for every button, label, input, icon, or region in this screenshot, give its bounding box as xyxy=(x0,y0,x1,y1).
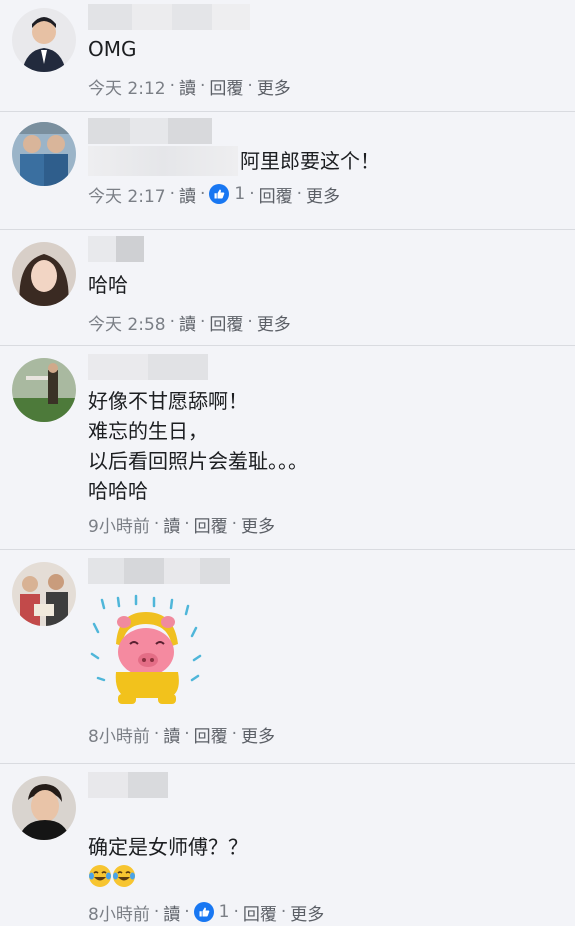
timestamp: 今天 2:12 xyxy=(88,78,166,99)
read-link[interactable]: 讀 xyxy=(163,722,180,747)
reply-link[interactable]: 回覆 xyxy=(194,512,228,537)
like-reaction-icon[interactable] xyxy=(209,184,230,204)
comment-text: OMG xyxy=(88,37,137,61)
comment-text-content: 确定是女师傅？？ xyxy=(88,835,248,859)
more-link[interactable]: 更多 xyxy=(290,900,324,925)
read-link[interactable]: 讀 xyxy=(163,512,180,537)
avatar[interactable] xyxy=(12,562,76,626)
blurred-author-name[interactable] xyxy=(88,354,565,380)
crying-pig-raincoat-sticker xyxy=(88,594,208,710)
comment-meta: 今天 2:58 · 讀 · 回覆 · 更多 xyxy=(88,308,565,336)
comment-item: 确定是女师傅？？ 8小時前 · 讀 · 1 · 回覆 · 更多 xyxy=(0,764,575,925)
read-link[interactable]: 讀 xyxy=(179,74,196,99)
avatar[interactable] xyxy=(12,8,76,72)
blurred-author-name[interactable] xyxy=(88,236,565,262)
more-link[interactable]: 更多 xyxy=(241,722,275,747)
comment-item: 8小時前 · 讀 · 回覆 · 更多 xyxy=(0,550,575,764)
timestamp: 8小時前 xyxy=(88,904,150,925)
comment-meta: 今天 2:17 · 讀 · 1 · 回覆 · 更多 xyxy=(88,180,565,208)
reply-link[interactable]: 回覆 xyxy=(209,310,243,335)
more-link[interactable]: 更多 xyxy=(257,74,291,99)
comment-meta: 8小時前 · 讀 · 回覆 · 更多 xyxy=(88,720,565,748)
avatar[interactable] xyxy=(12,122,76,186)
read-link[interactable]: 讀 xyxy=(179,310,196,335)
like-reaction-icon[interactable] xyxy=(193,902,214,922)
comment-meta: 8小時前 · 讀 · 1 · 回覆 · 更多 xyxy=(88,898,565,926)
read-link[interactable]: 讀 xyxy=(163,900,180,925)
blurred-author-name[interactable] xyxy=(88,772,565,798)
comment-item: 哈哈 今天 2:58 · 讀 · 回覆 · 更多 xyxy=(0,230,575,346)
reply-link[interactable]: 回覆 xyxy=(259,182,293,207)
comment-text-content: 阿里郎要这个！ xyxy=(240,149,380,173)
reply-link[interactable]: 回覆 xyxy=(209,74,243,99)
blurred-author-name[interactable] xyxy=(88,4,565,30)
avatar[interactable] xyxy=(12,358,76,422)
comment-text: 好像不甘愿舔啊！ 难忘的生日， 以后看回照片会羞耻。。。 哈哈哈 xyxy=(88,389,308,503)
comment-item: 好像不甘愿舔啊！ 难忘的生日， 以后看回照片会羞耻。。。 哈哈哈 9小時前 · 讀… xyxy=(0,346,575,550)
timestamp: 9小時前 xyxy=(88,516,150,537)
like-count: 1 xyxy=(218,902,230,922)
like-count: 1 xyxy=(234,184,246,204)
blurred-mention[interactable] xyxy=(88,146,238,176)
avatar[interactable] xyxy=(12,242,76,306)
comment-meta: 今天 2:12 · 讀 · 回覆 · 更多 xyxy=(88,72,565,100)
timestamp: 今天 2:17 xyxy=(88,186,166,207)
comment-item: 阿里郎要这个！ 今天 2:17 · 讀 · 1 · 回覆 · 更多 xyxy=(0,112,575,230)
timestamp: 8小時前 xyxy=(88,726,150,747)
read-link[interactable]: 讀 xyxy=(179,182,196,207)
more-link[interactable]: 更多 xyxy=(306,182,340,207)
reply-link[interactable]: 回覆 xyxy=(194,722,228,747)
comment-item: OMG 今天 2:12 · 讀 · 回覆 · 更多 xyxy=(0,0,575,112)
blurred-author-name[interactable] xyxy=(88,558,565,584)
tears-of-joy-emoji-icon xyxy=(113,865,135,887)
timestamp: 今天 2:58 xyxy=(88,314,166,335)
comment-text: 哈哈 xyxy=(88,273,128,297)
comment-meta: 9小時前 · 讀 · 回覆 · 更多 xyxy=(88,510,565,538)
more-link[interactable]: 更多 xyxy=(257,310,291,335)
blurred-author-name[interactable] xyxy=(88,118,565,144)
tears-of-joy-emoji-icon xyxy=(89,865,111,887)
comment-text: 阿里郎要这个！ xyxy=(88,146,565,176)
comment-text: 确定是女师傅？？ xyxy=(88,802,565,892)
more-link[interactable]: 更多 xyxy=(241,512,275,537)
reply-link[interactable]: 回覆 xyxy=(243,900,277,925)
avatar[interactable] xyxy=(12,776,76,840)
